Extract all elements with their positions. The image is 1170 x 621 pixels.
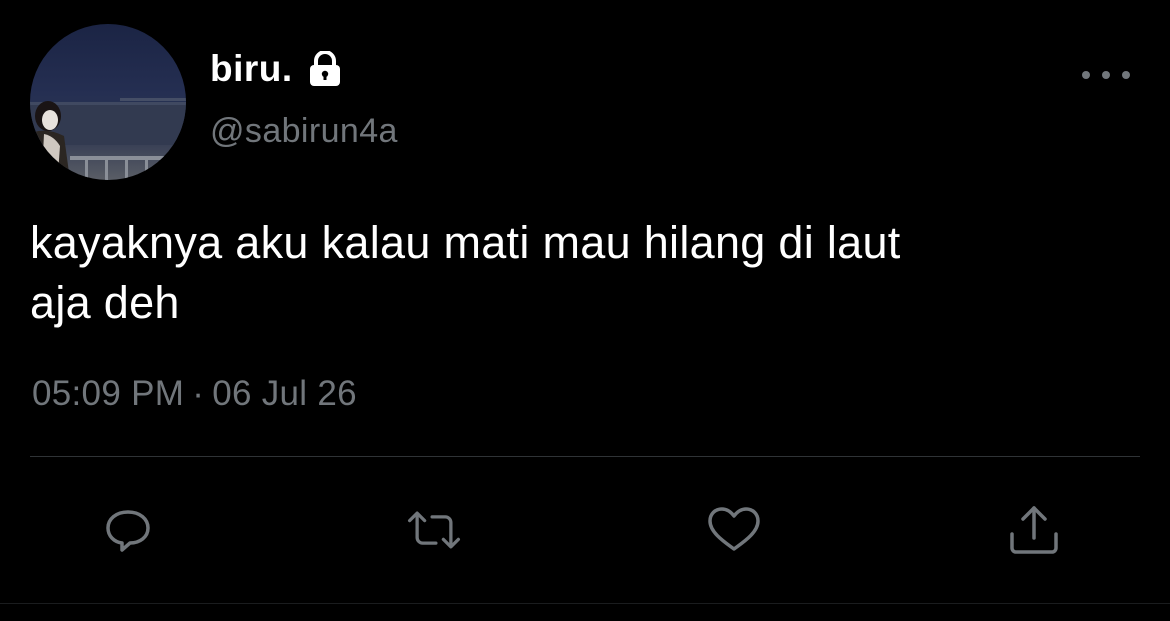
display-name[interactable]: biru. [210,48,293,90]
avatar-photo [30,98,186,180]
bottom-divider [0,603,1170,604]
meta-separator: · [192,374,205,413]
share-icon [1010,506,1058,554]
more-options-button[interactable] [1082,60,1130,90]
tweet-detail: biru. @sabirun4a kayaknya aku kalau mati… [0,0,1170,621]
retweet-icon [407,511,461,549]
tweet-timestamp[interactable]: 05:09 PM · 06 Jul 26 [32,374,357,414]
lock-icon [305,50,345,87]
tweet-text: kayaknya aku kalau mati mau hilang di la… [30,213,1130,333]
action-bar [0,500,1170,560]
reply-icon [106,510,150,552]
author-name-row: biru. [210,46,345,92]
more-dot [1102,71,1110,79]
like-button[interactable] [704,500,764,560]
more-dot [1122,71,1130,79]
tweet-text-line: kayaknya aku kalau mati mau hilang di la… [30,217,901,268]
heart-icon [708,507,760,551]
author-handle[interactable]: @sabirun4a [210,112,398,151]
more-horizontal-icon [1082,71,1090,79]
divider [30,456,1140,457]
reply-button[interactable] [98,500,158,560]
tweet-date: 06 Jul 26 [212,374,357,413]
share-button[interactable] [1004,500,1064,560]
retweet-button[interactable] [404,500,464,560]
tweet-text-line: aja deh [30,277,180,328]
tweet-time: 05:09 PM [32,374,185,413]
avatar[interactable] [30,24,186,180]
